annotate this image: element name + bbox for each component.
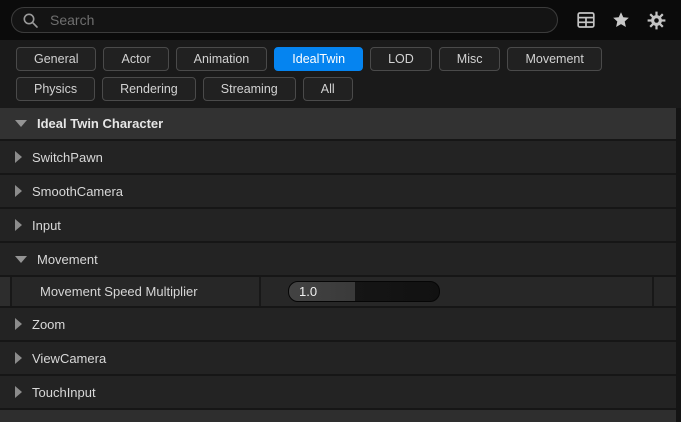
filter-tab-general[interactable]: General [16,47,96,71]
expand-arrow-down-icon [15,256,27,263]
expand-arrow-right-icon [15,386,22,398]
movement-speed-multiplier-value: 1.0 [299,284,317,299]
property-matrix-icon [577,11,595,29]
expand-arrow-right-icon [15,185,22,197]
section-row-label: ViewCamera [32,351,106,366]
filter-tab-lod[interactable]: LOD [370,47,432,71]
section-row-switchpawn[interactable]: SwitchPawn [0,141,681,173]
property-row-movement-speed-multiplier: Movement Speed Multiplier 1.0 [0,277,681,306]
search-icon [22,12,39,29]
filter-tab-all[interactable]: All [303,77,353,101]
property-value-cell: 1.0 [261,277,654,306]
property-name-cell: Movement Speed Multiplier [12,277,261,306]
filter-tab-actor[interactable]: Actor [103,47,168,71]
filter-tab-animation[interactable]: Animation [176,47,268,71]
expand-arrow-right-icon [15,352,22,364]
search-box [11,7,558,33]
section-row-label: SwitchPawn [32,150,103,165]
section-row-movement[interactable]: Movement [0,243,681,275]
section-row-smoothcamera[interactable]: SmoothCamera [0,175,681,207]
property-name-label: Movement Speed Multiplier [40,284,198,299]
expand-arrow-right-icon [15,318,22,330]
section-row-viewcamera[interactable]: ViewCamera [0,342,681,374]
category-filters: General Actor Animation IdealTwin LOD Mi… [0,40,681,108]
section-row-zoom[interactable]: Zoom [0,308,681,340]
expand-arrow-right-icon [15,151,22,163]
filter-row-1: General Actor Animation IdealTwin LOD Mi… [16,47,671,71]
filter-tab-physics[interactable]: Physics [16,77,95,101]
section-row-touchinput[interactable]: TouchInput [0,376,681,408]
filter-tab-idealtwin[interactable]: IdealTwin [274,47,363,71]
toolbar [0,0,681,40]
section-row-label: Input [32,218,61,233]
expand-arrow-down-icon [15,120,27,127]
section-row-label: SmoothCamera [32,184,123,199]
category-header-label: Ideal Twin Character [37,116,163,131]
movement-speed-multiplier-input[interactable]: 1.0 [288,281,440,302]
toolbar-icons [575,9,668,32]
scrollbar-gutter[interactable] [676,108,681,422]
details-panel: General Actor Animation IdealTwin LOD Mi… [0,0,681,422]
section-row-label: TouchInput [32,385,96,400]
favorites-star-icon [612,11,630,29]
search-input[interactable] [48,11,547,29]
category-header-ideal-twin-character[interactable]: Ideal Twin Character [0,108,681,139]
settings-gear-icon [647,11,666,30]
settings-button[interactable] [645,9,668,32]
property-matrix-button[interactable] [575,9,597,31]
section-row-label: Zoom [32,317,65,332]
filter-tab-misc[interactable]: Misc [439,47,501,71]
expand-arrow-right-icon [15,219,22,231]
filter-tab-rendering[interactable]: Rendering [102,77,196,101]
indent-strip [0,277,12,306]
filter-tab-movement[interactable]: Movement [507,47,601,71]
section-row-input[interactable]: Input [0,209,681,241]
filter-row-2: Physics Rendering Streaming All [16,77,671,101]
section-row-label: Movement [37,252,98,267]
details-list: Ideal Twin Character SwitchPawn SmoothCa… [0,108,681,422]
partial-next-row[interactable] [0,410,681,422]
filter-tab-streaming[interactable]: Streaming [203,77,296,101]
favorites-button[interactable] [610,9,632,31]
